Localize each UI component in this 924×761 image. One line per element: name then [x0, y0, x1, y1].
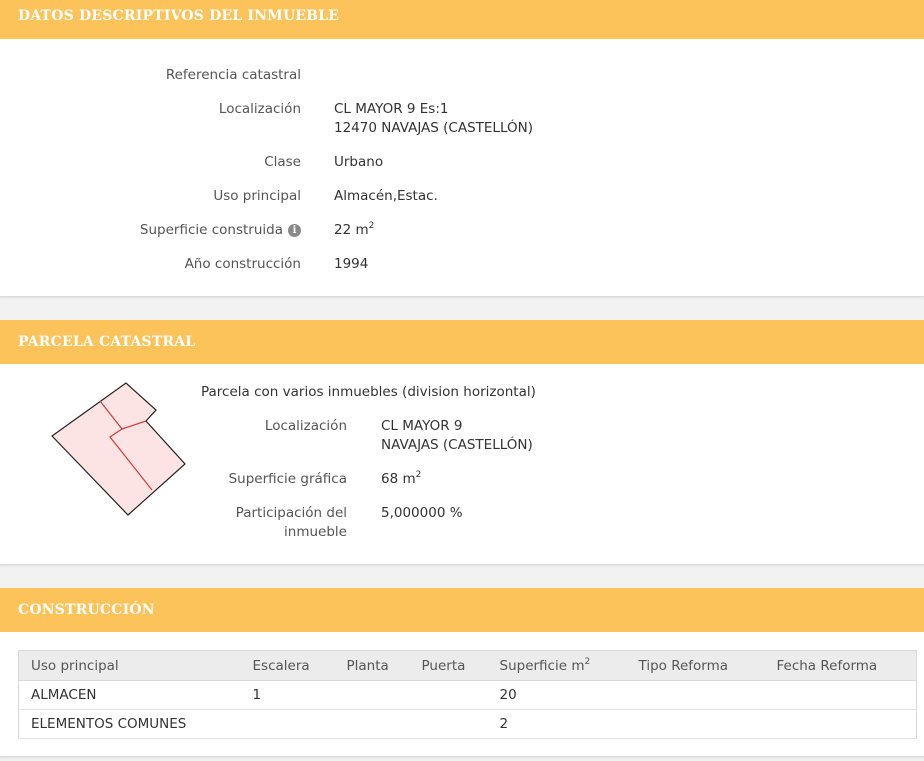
table-row: ELEMENTOS COMUNES 2 [18, 709, 917, 739]
parcela-superficie-unit-sup: 2 [415, 470, 422, 480]
cell-puerta [409, 709, 488, 739]
table-header-row: Uso principal Escalera Planta Puerta Sup… [18, 650, 917, 681]
panel-parcela-catastral: PARCELA CATASTRAL Parcela con varios inm… [0, 320, 924, 565]
parcela-superficie-label: Superficie gráfica [228, 471, 347, 487]
cell-escalera: 1 [240, 680, 335, 710]
parcel-map[interactable] [40, 374, 200, 524]
col-tipo-reforma: Tipo Reforma [626, 650, 765, 681]
construccion-table: Uso principal Escalera Planta Puerta Sup… [18, 650, 917, 739]
superficie-label-wrap: Superficie construida i [140, 221, 301, 240]
info-icon[interactable]: i [288, 224, 301, 237]
referencia-label: Referencia catastral [165, 67, 301, 83]
parcela-participacion-label-line2: inmueble [284, 524, 347, 540]
parcela-title: Parcela con varios inmuebles (division h… [201, 384, 536, 400]
parcela-localizacion-label: Localización [264, 418, 347, 434]
superficie-value: 22 m [334, 222, 369, 238]
clase-value: Urbano [334, 154, 384, 170]
cell-escalera [240, 709, 335, 739]
cell-planta [334, 680, 410, 710]
parcela-superficie-value: 68 m [381, 471, 416, 487]
localizacion-label: Localización [218, 101, 301, 117]
cell-puerta [409, 680, 488, 710]
parcela-superficie-value-wrap: 68 m2 [381, 470, 421, 489]
col-uso-principal: Uso principal [18, 650, 241, 681]
superficie-label: Superficie construida [139, 222, 283, 238]
superficie-unit-sup: 2 [368, 221, 375, 231]
cell-fecha-reforma [764, 709, 917, 739]
parcel-outline [51, 382, 186, 516]
superficie-value-wrap: 22 m2 [334, 221, 374, 240]
localizacion-line1: CL MAYOR 9 Es:1 [334, 101, 449, 117]
localizacion-line2: 12470 NAVAJAS (CASTELLÓN) [334, 120, 533, 136]
anio-value: 1994 [334, 256, 369, 272]
panel-header-datos-descriptivos: DATOS DESCRIPTIVOS DEL INMUEBLE [0, 0, 924, 39]
parcela-localizacion-line2: NAVAJAS (CASTELLÓN) [381, 437, 533, 453]
cell-superficie: 20 [487, 680, 627, 710]
panel-header-construccion: CONSTRUCCIÓN [0, 588, 924, 632]
col-fecha-reforma: Fecha Reforma [764, 650, 917, 681]
cell-superficie: 2 [487, 709, 627, 739]
anio-label: Año construcción [184, 256, 301, 272]
clase-label: Clase [264, 154, 301, 170]
col-planta: Planta [334, 650, 410, 681]
col-escalera: Escalera [240, 650, 335, 681]
cell-uso: ELEMENTOS COMUNES [18, 709, 241, 739]
cell-fecha-reforma [764, 680, 917, 710]
uso-value: Almacén,Estac. [334, 188, 438, 204]
parcela-participacion-value: 5,000000 % [381, 505, 463, 521]
table-row: ALMACEN 1 20 [18, 680, 917, 710]
cell-uso: ALMACEN [18, 680, 241, 710]
col-superficie-label: Superficie m [499, 657, 585, 674]
parcela-localizacion-line1: CL MAYOR 9 [381, 418, 463, 434]
cell-tipo-reforma [626, 709, 765, 739]
parcela-participacion-label-line1: Participación del [235, 505, 347, 521]
panel-construccion: CONSTRUCCIÓN Uso principal Escalera Plan… [0, 588, 924, 757]
col-superficie-sup: 2 [584, 656, 591, 667]
col-puerta: Puerta [409, 650, 488, 681]
uso-label: Uso principal [213, 188, 301, 204]
panel-datos-descriptivos: DATOS DESCRIPTIVOS DEL INMUEBLE Referenc… [0, 0, 924, 297]
cell-tipo-reforma [626, 680, 765, 710]
col-superficie: Superficie m2 [487, 650, 627, 681]
panel-header-parcela: PARCELA CATASTRAL [0, 320, 924, 364]
cell-planta [334, 709, 410, 739]
